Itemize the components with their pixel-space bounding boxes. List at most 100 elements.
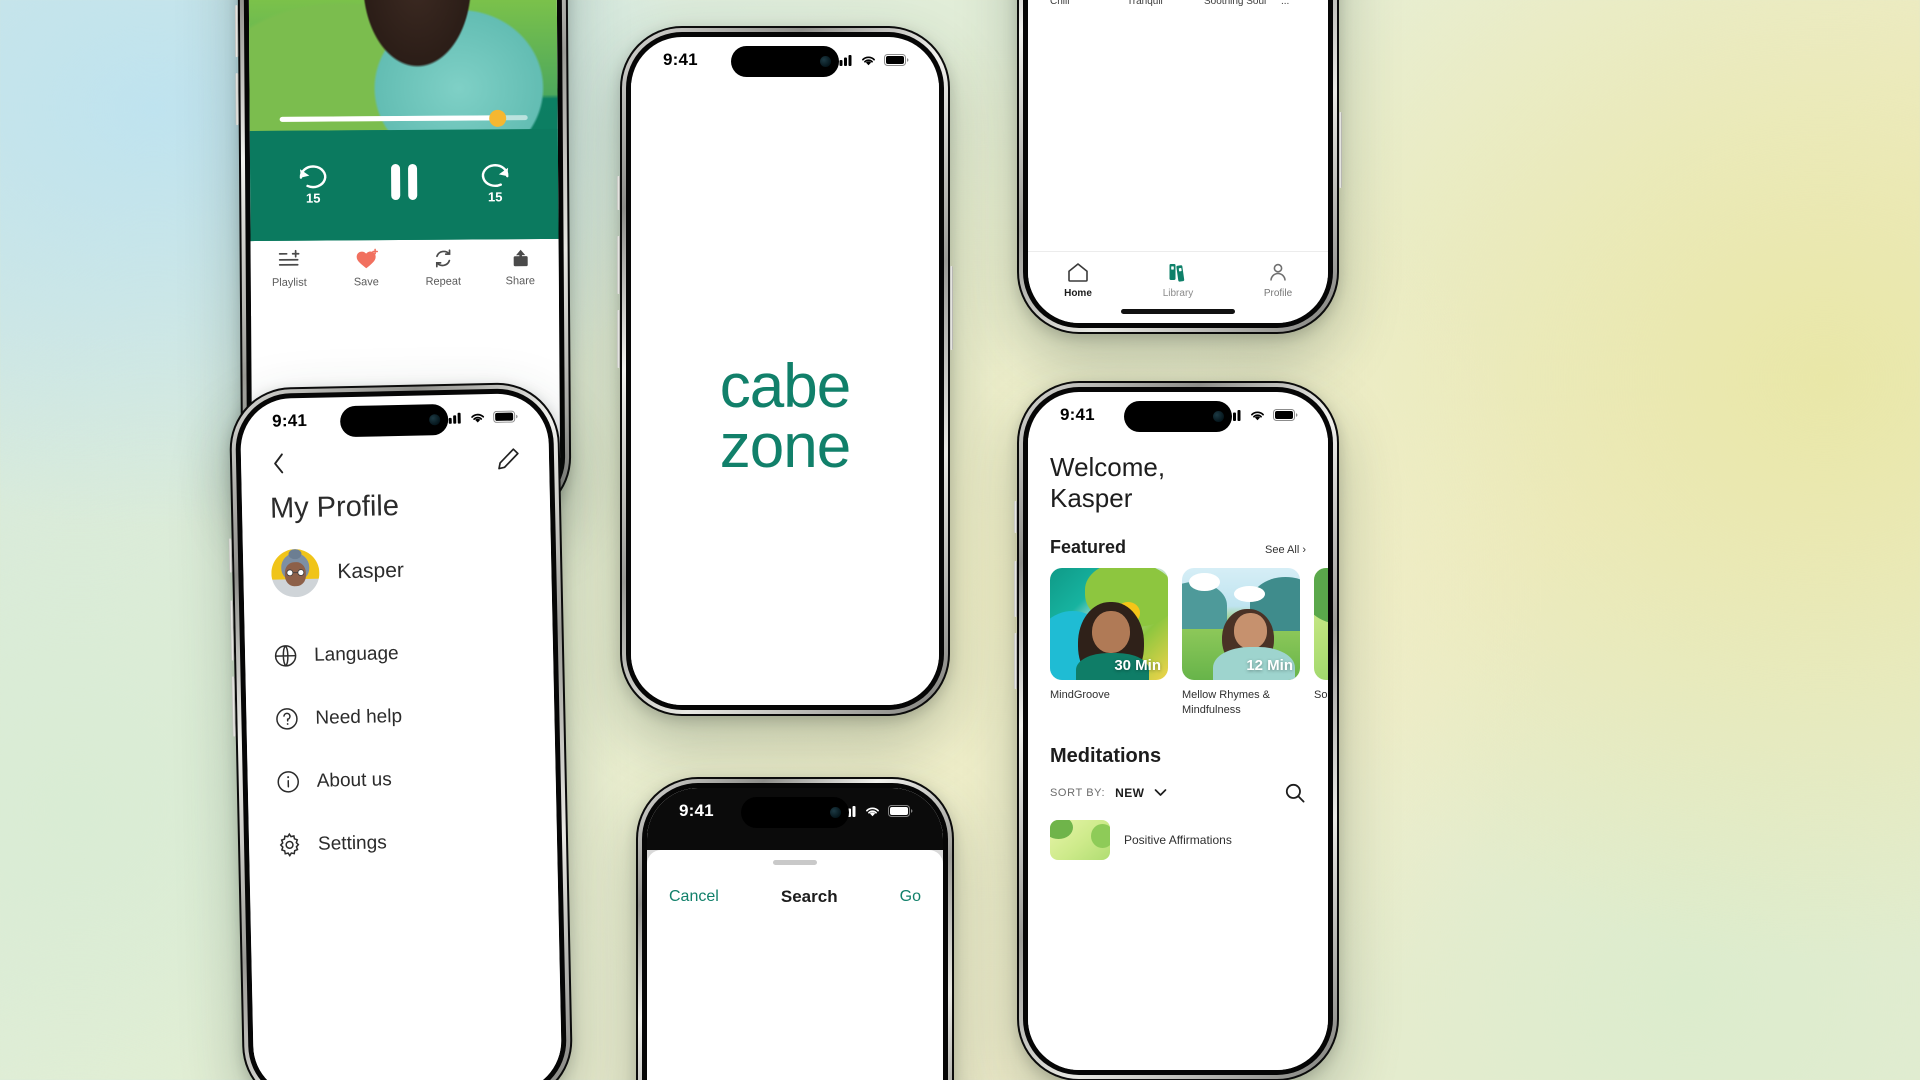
tab-library[interactable]: Library (1128, 261, 1228, 299)
player-artwork: 15 15 (247, 0, 559, 242)
home-indicator (1121, 309, 1235, 314)
brand-logo: cabe zone (720, 356, 851, 477)
favorite-card[interactable]: ... (1281, 0, 1328, 9)
phone-profile-screen: 9:41 My Profile Kasper Language Need hel… (228, 381, 574, 1080)
wifi-icon (862, 56, 875, 66)
menu-item-label: Language (313, 642, 399, 666)
volume-up-button[interactable] (229, 600, 235, 661)
wifi-icon (866, 807, 879, 817)
tab-profile-label: Profile (1263, 288, 1293, 299)
save-button[interactable]: Save (328, 248, 405, 289)
dynamic-island (339, 403, 449, 438)
battery-icon (1273, 409, 1298, 421)
repeat-button[interactable]: Repeat (405, 247, 482, 288)
profile-menu: Language Need help About us Settings (244, 592, 557, 858)
see-all-button[interactable]: See All › (1265, 544, 1306, 556)
favorite-card[interactable]: Tranquil (1127, 0, 1190, 9)
greeting: Welcome, Kasper (1050, 452, 1328, 513)
menu-item-language[interactable]: Language (273, 638, 525, 668)
home-content: Welcome, Kasper Featured See All › 30 Mi… (1028, 438, 1328, 1070)
status-time: 9:41 (1060, 405, 1095, 424)
duration-badge: 12 Min (1246, 657, 1293, 675)
featured-card[interactable]: 30 Min MindGroove (1050, 568, 1168, 717)
favorite-card[interactable]: Soothing Soul (1204, 0, 1267, 9)
menu-item-need-help[interactable]: Need help (274, 701, 526, 731)
phone-splash-screen: 9:41 cabe zone (617, 26, 953, 716)
save-label: Save (353, 276, 379, 289)
front-camera-icon (830, 807, 841, 818)
search-screen: 9:41 Cancel Search Go (647, 788, 943, 1080)
pause-button[interactable] (391, 163, 418, 201)
glasses-icon (286, 569, 305, 577)
positive-affirmations-row[interactable]: Chill Tranquil Soothing Soul ... (1050, 0, 1328, 9)
chevron-left-icon[interactable] (269, 450, 290, 476)
volume-down-button[interactable] (235, 73, 239, 126)
skip-forward-value: 15 (487, 189, 503, 205)
volume-down-button[interactable] (231, 676, 236, 737)
menu-item-label: About us (316, 768, 392, 792)
menu-item-about-us[interactable]: About us (275, 764, 527, 794)
splash-logo-area: cabe zone (631, 83, 939, 705)
mute-switch[interactable] (1014, 501, 1017, 533)
phone-home-screen: 9:41 Welcome, Kasper Featured See All › … (1014, 381, 1339, 1080)
heart-plus-icon (356, 248, 378, 269)
progress-slider[interactable] (279, 109, 528, 127)
profile-user-row[interactable]: Kasper (242, 520, 551, 598)
featured-card[interactable]: Soothing Session (1314, 568, 1328, 717)
card-title: ... (1281, 0, 1290, 7)
question-circle-icon (276, 708, 298, 730)
volume-up-button[interactable] (1014, 561, 1017, 617)
power-button[interactable] (950, 266, 953, 350)
menu-item-label: Need help (315, 705, 403, 729)
meditation-list-item[interactable]: Positive Affirmations (1050, 819, 1328, 860)
page-title: My Profile (269, 489, 400, 525)
skip-back-value: 15 (305, 190, 321, 206)
playlist-button[interactable]: Playlist (251, 249, 328, 290)
featured-cards-row[interactable]: 30 Min MindGroove 12 Min Mellow Rhymes &… (1050, 568, 1328, 717)
tab-home[interactable]: Home (1028, 261, 1128, 299)
skip-forward-15-button[interactable]: 15 (475, 160, 515, 205)
go-button[interactable]: Go (900, 888, 921, 906)
meditations-label: Meditations (1050, 744, 1162, 767)
status-bar: 9:41 (631, 37, 939, 83)
progress-knob[interactable] (489, 109, 507, 127)
sheet-grabber[interactable] (773, 860, 817, 865)
cancel-button[interactable]: Cancel (669, 888, 719, 906)
share-button[interactable]: Share (482, 247, 559, 288)
featured-label: Featured (1050, 537, 1127, 558)
list-item-title: Positive Affirmations (1124, 832, 1232, 847)
battery-icon (888, 805, 913, 817)
greeting-line2: Kasper (1050, 482, 1133, 513)
dynamic-island (1124, 401, 1232, 432)
library-icon (1169, 264, 1185, 282)
globe-icon (274, 645, 297, 667)
card-thumbnail: 30 Min (1050, 568, 1168, 681)
sort-by-control[interactable]: SORT BY: NEW (1050, 786, 1167, 800)
status-time: 9:41 (679, 801, 714, 820)
menu-item-settings[interactable]: Settings (277, 827, 529, 857)
dynamic-island (731, 46, 839, 77)
gear-icon (279, 832, 300, 857)
tab-profile[interactable]: Profile (1228, 261, 1328, 299)
splash-screen: 9:41 cabe zone (631, 37, 939, 705)
sort-by-key: SORT BY: (1050, 786, 1106, 799)
playlist-label: Playlist (271, 276, 307, 289)
card-title: Mellow Rhymes & Mindfulness (1182, 689, 1271, 716)
pencil-icon[interactable] (496, 446, 522, 472)
battery-icon (884, 54, 909, 66)
search-sheet: Cancel Search Go (647, 850, 943, 1080)
mute-switch[interactable] (228, 538, 233, 573)
search-icon[interactable] (1284, 782, 1306, 804)
volume-down-button[interactable] (617, 310, 620, 368)
skip-back-15-button[interactable]: 15 (293, 161, 333, 206)
volume-down-button[interactable] (1014, 633, 1017, 689)
volume-up-button[interactable] (234, 5, 239, 58)
chevron-down-icon[interactable] (1154, 788, 1167, 797)
favorite-card[interactable]: Chill (1050, 0, 1113, 9)
mute-switch[interactable] (617, 176, 620, 210)
power-button[interactable] (1339, 112, 1342, 188)
featured-card[interactable]: 12 Min Mellow Rhymes & Mindfulness (1182, 568, 1300, 717)
search-dim-backdrop: 9:41 (647, 788, 943, 850)
volume-up-button[interactable] (617, 236, 620, 294)
menu-item-label: Settings (317, 831, 387, 855)
